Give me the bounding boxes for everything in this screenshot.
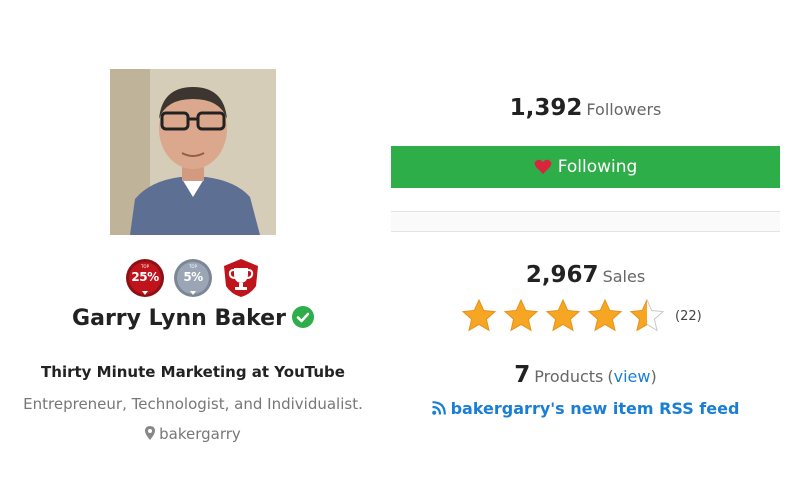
rss-feed-label: bakergarry's new item RSS feed: [450, 399, 740, 418]
heart-icon: [534, 159, 552, 174]
products-close-paren: ): [650, 367, 657, 386]
top-5-badge: TOP 5%: [173, 258, 213, 298]
followers-count: 1,392: [509, 95, 583, 121]
company-name: Thirty Minute Marketing at YouTube: [41, 363, 345, 381]
rss-icon: [431, 401, 446, 415]
location-pin-icon: [145, 426, 156, 440]
stats-panel: 1,392 Followers Following 2,967 Sales (2…: [391, 0, 780, 500]
products-stat: 7 Products (view): [391, 362, 780, 388]
star-full-icon: [503, 298, 539, 332]
followers-label: Followers: [586, 100, 662, 119]
profile-panel: TOP 25% TOP 5% Garry Lynn Baker Thirty M…: [0, 0, 386, 500]
view-products-link[interactable]: view: [614, 367, 651, 386]
badges: TOP 25% TOP 5%: [125, 258, 265, 302]
profile-name-row: Garry Lynn Baker: [0, 306, 386, 331]
avatar-photo: [110, 69, 276, 235]
products-label: Products: [534, 367, 604, 386]
sales-count: 2,967: [525, 262, 599, 288]
divider: [391, 211, 780, 232]
sales-stat: 2,967 Sales: [391, 262, 780, 288]
products-count: 7: [514, 362, 531, 388]
trophy-icon: [224, 259, 258, 297]
username-row: bakergarry: [0, 425, 386, 443]
avatar: [110, 69, 276, 235]
following-label: Following: [557, 157, 638, 177]
rss-feed-link[interactable]: bakergarry's new item RSS feed: [391, 399, 780, 418]
profile-tagline: Entrepreneur, Technologist, and Individu…: [23, 395, 363, 413]
following-button[interactable]: Following: [391, 146, 780, 188]
username: bakergarry: [159, 425, 241, 443]
profile-name: Garry Lynn Baker: [72, 306, 286, 331]
star-full-icon: [587, 298, 623, 332]
followers-stat: 1,392 Followers: [391, 95, 780, 121]
review-count: (22): [675, 308, 702, 324]
star-full-icon: [545, 298, 581, 332]
sales-label: Sales: [602, 267, 646, 286]
star-half-icon: [629, 298, 665, 332]
trophy-badge: [221, 258, 261, 298]
star-rating: (22): [461, 298, 702, 334]
star-full-icon: [461, 298, 497, 332]
top-25-badge: TOP 25%: [125, 258, 165, 298]
verified-check-icon: [291, 306, 314, 328]
